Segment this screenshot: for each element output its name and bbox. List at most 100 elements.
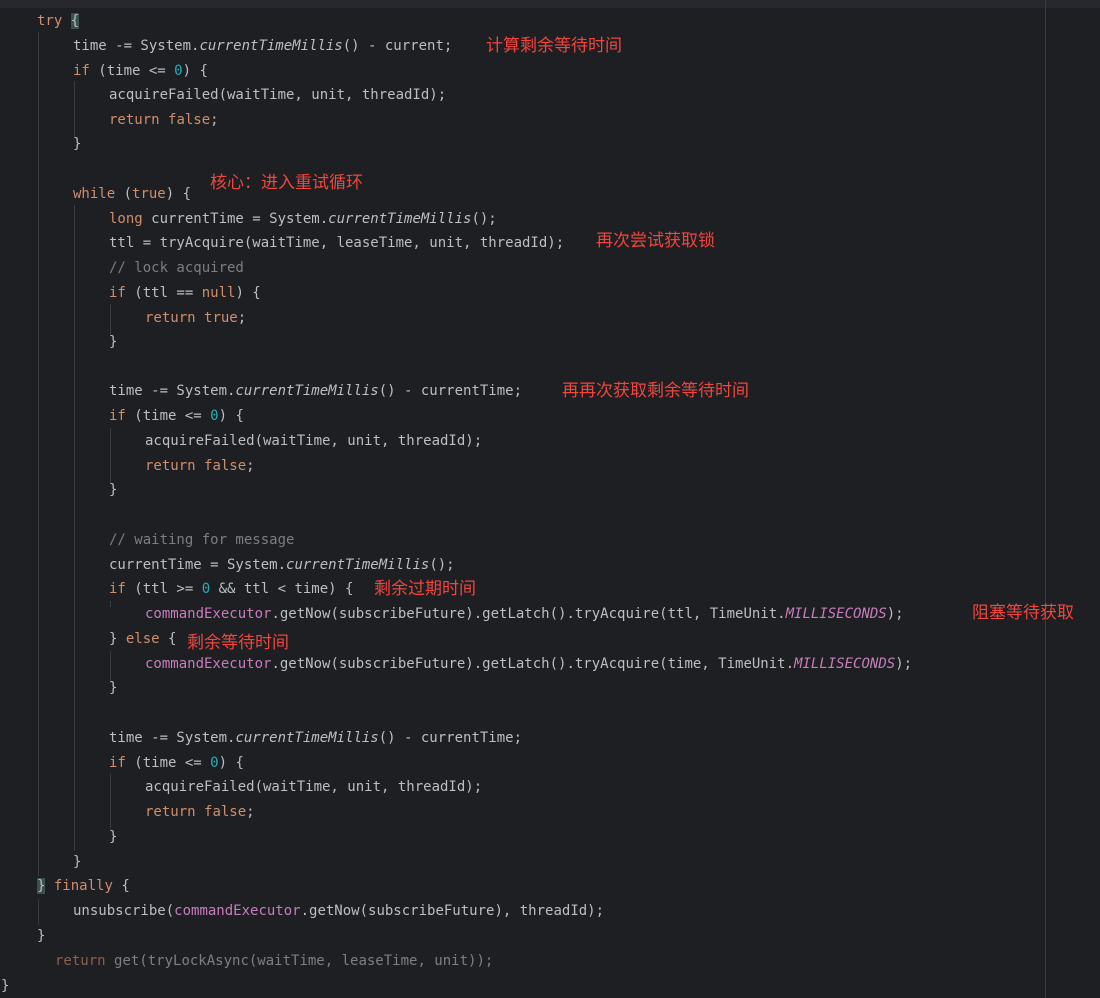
matched-brace: } (37, 878, 46, 894)
code-line[interactable]: } (37, 924, 45, 948)
annotation-recalc-remaining: 再再次获取剩余等待时间 (562, 381, 749, 401)
code-text: ttl = tryAcquire(waitTime, leaseTime, un… (109, 235, 565, 251)
code-line[interactable]: time -= System.currentTimeMillis() - cur… (73, 34, 452, 58)
code-text: } (109, 680, 118, 696)
code-text: .getNow(subscribeFuture), threadId); (300, 903, 605, 919)
keyword: return (145, 458, 196, 474)
code-text: } (109, 334, 118, 350)
code-text: ) { (235, 285, 261, 301)
indent-guide (110, 774, 111, 830)
annotation-retry-acquire: 再次尝试获取锁 (596, 231, 715, 251)
code-text: () - currentTime; (378, 383, 523, 399)
code-line[interactable]: if (ttl == null) { (109, 281, 261, 305)
number-literal: 0 (174, 63, 183, 79)
code-line[interactable]: time -= System.currentTimeMillis() - cur… (109, 379, 522, 403)
code-text: (time <= (134, 408, 211, 424)
keyword: if (109, 581, 126, 597)
code-text: time -= System. (109, 383, 236, 399)
code-text: ; (246, 804, 255, 820)
code-text: time -= System. (109, 730, 236, 746)
code-text: (ttl >= (125, 581, 202, 597)
keyword: null (201, 285, 236, 301)
code-line[interactable]: return false; (109, 108, 219, 132)
code-text: ) { (218, 755, 244, 771)
code-line[interactable]: acquireFailed(waitTime, unit, threadId); (109, 83, 446, 107)
keyword: if (109, 408, 126, 424)
static-method: currentTimeMillis (286, 557, 430, 573)
matched-brace: { (70, 13, 80, 29)
code-line[interactable]: } finally { (37, 874, 130, 898)
code-text: .getNow(subscribeFuture).getLatch().tryA… (271, 606, 786, 622)
code-text: && ttl < time) { (210, 581, 354, 597)
code-line[interactable]: while (true) { (73, 182, 191, 206)
indent-guide (110, 601, 111, 607)
code-text: acquireFailed(waitTime, unit, threadId); (145, 433, 483, 449)
code-text: unsubscribe( (73, 903, 175, 919)
code-line[interactable]: } (109, 676, 117, 700)
code-line-unreachable[interactable]: return get(tryLockAsync(waitTime, leaseT… (55, 949, 493, 973)
code-text: } (109, 482, 118, 498)
code-text: ( (115, 186, 133, 202)
code-text: ) { (182, 63, 208, 79)
code-line[interactable]: acquireFailed(waitTime, unit, threadId); (145, 775, 482, 799)
code-line[interactable]: if (time <= 0) { (109, 404, 244, 428)
code-line[interactable]: return false; (145, 454, 255, 478)
number-literal: 0 (210, 408, 219, 424)
static-method: currentTimeMillis (328, 211, 472, 227)
static-method: currentTimeMillis (199, 38, 343, 54)
code-text: (time <= (98, 63, 175, 79)
code-text: { (168, 631, 177, 647)
keyword: return (145, 804, 196, 820)
code-comment: // waiting for message (109, 532, 295, 548)
code-text: ; (210, 112, 219, 128)
code-text: get(tryLockAsync(waitTime, leaseTime, un… (114, 953, 494, 969)
previous-line-band (0, 0, 1100, 8)
indent-guide (74, 205, 75, 851)
keyword: return (145, 310, 196, 326)
code-line[interactable]: } else { (109, 627, 176, 651)
code-line[interactable]: if (ttl >= 0 && ttl < time) { (109, 577, 353, 601)
code-line[interactable]: currentTime = System.currentTimeMillis()… (109, 553, 455, 577)
code-line[interactable]: } (1, 974, 9, 998)
code-line[interactable]: } (109, 478, 117, 502)
code-editor[interactable]: try { time -= System.currentTimeMillis()… (0, 0, 1100, 998)
code-line[interactable]: commandExecutor.getNow(subscribeFuture).… (145, 602, 904, 626)
code-text: .getNow(subscribeFuture).getLatch().tryA… (271, 656, 795, 672)
keyword: false (204, 458, 247, 474)
keyword: false (204, 804, 247, 820)
keyword: while (73, 186, 116, 202)
code-line[interactable]: time -= System.currentTimeMillis() - cur… (109, 726, 522, 750)
code-text: () - currentTime; (378, 730, 523, 746)
code-text: ; (246, 458, 255, 474)
code-line[interactable]: if (time <= 0) { (109, 751, 244, 775)
code-line[interactable]: commandExecutor.getNow(subscribeFuture).… (145, 652, 912, 676)
code-text: ); (895, 656, 913, 672)
code-line[interactable]: return false; (145, 800, 255, 824)
code-text: currentTime = System. (142, 211, 329, 227)
code-line[interactable]: if (time <= 0) { (73, 59, 208, 83)
indent-guide (38, 899, 39, 925)
code-text: } (37, 928, 46, 944)
code-line[interactable]: } (73, 132, 81, 156)
code-line[interactable]: acquireFailed(waitTime, unit, threadId); (145, 429, 482, 453)
number-literal: 0 (201, 581, 211, 597)
code-line[interactable]: } (73, 850, 81, 874)
code-text: ) { (218, 408, 244, 424)
code-line[interactable]: ttl = tryAcquire(waitTime, leaseTime, un… (109, 231, 564, 255)
code-comment: // lock acquired (109, 260, 244, 276)
code-line[interactable]: } (109, 330, 117, 354)
code-line[interactable]: unsubscribe(commandExecutor.getNow(subsc… (73, 899, 604, 923)
field-reference: commandExecutor (174, 903, 301, 919)
code-line[interactable]: return true; (145, 306, 246, 330)
code-text: } (1, 978, 10, 994)
code-line[interactable]: } (109, 825, 117, 849)
keyword: return (55, 953, 106, 969)
keyword: if (109, 285, 126, 301)
keyword: if (109, 755, 126, 771)
keyword: true (132, 186, 166, 202)
code-line[interactable]: long currentTime = System.currentTimeMil… (109, 207, 497, 231)
enum-constant: MILLISECONDS (794, 656, 896, 672)
code-text: (); (471, 211, 497, 227)
enum-constant: MILLISECONDS (785, 606, 887, 622)
code-line[interactable]: try { (37, 9, 80, 33)
